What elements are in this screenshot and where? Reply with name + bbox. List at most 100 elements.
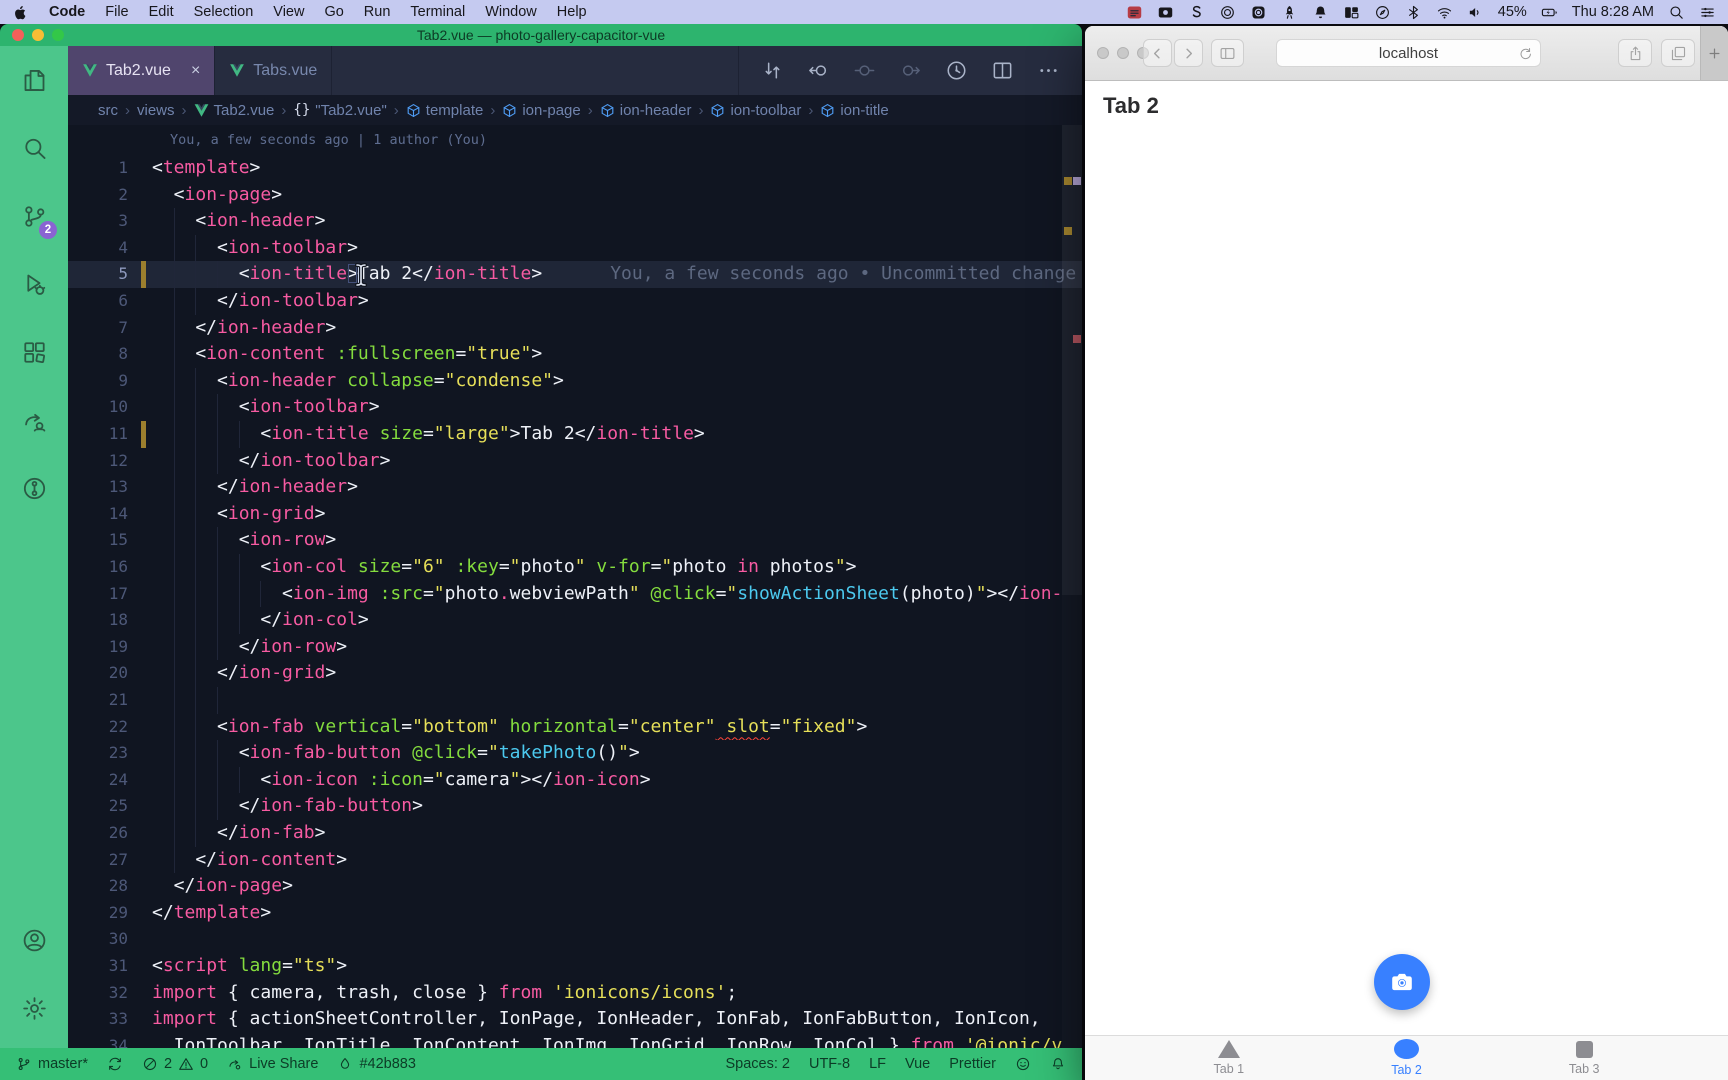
breadcrumb-item-ion-toolbar[interactable]: ion-toolbar	[710, 102, 801, 119]
timeline-icon[interactable]	[945, 59, 968, 82]
screen-record-icon[interactable]	[1157, 4, 1174, 21]
activity-live-share[interactable]	[0, 386, 68, 454]
formatter-status[interactable]: Prettier	[949, 1056, 996, 1072]
scrollbar-thumb[interactable]	[1062, 125, 1082, 595]
menu-file[interactable]: File	[105, 4, 128, 20]
breadcrumb-item-ion-header[interactable]: ion-header	[600, 102, 692, 119]
codelens-annotation[interactable]: You, a few seconds ago | 1 author (You)	[170, 132, 487, 148]
spotlight-search-icon[interactable]	[1668, 4, 1685, 21]
breadcrumb-item-ion-title[interactable]: ion-title	[820, 102, 888, 119]
take-photo-fab[interactable]	[1374, 954, 1430, 1010]
ion-tab-tab-2[interactable]: Tab 2	[1318, 1036, 1496, 1080]
wifi-icon[interactable]	[1436, 4, 1453, 21]
live-share-status[interactable]: Live Share	[227, 1056, 318, 1072]
code-text: <ion-toolbar>	[152, 394, 380, 421]
keynote-app-icon[interactable]	[1126, 4, 1143, 21]
rocket-icon[interactable]	[1281, 4, 1298, 21]
menu-view[interactable]: View	[273, 4, 304, 20]
stats-icon[interactable]	[1188, 4, 1205, 21]
sidebar-button[interactable]	[1211, 39, 1244, 67]
vscode-minimize-button[interactable]	[32, 29, 44, 41]
safari-close-button[interactable]	[1097, 47, 1109, 59]
double-circle-icon[interactable]	[1219, 4, 1236, 21]
code-line-33: 33import { actionSheetController, IonPag…	[68, 1006, 1062, 1033]
peacock-color-status[interactable]: #42b883	[337, 1056, 415, 1072]
breadcrumb-item-src[interactable]: src	[98, 102, 118, 119]
editor-tab-Tabs.vue[interactable]: Tabs.vue	[215, 46, 332, 95]
window-manager-icon[interactable]	[1343, 4, 1360, 21]
nav-circle-icon[interactable]	[853, 59, 876, 82]
vscode-close-button[interactable]	[12, 29, 24, 41]
language-status[interactable]: Vue	[905, 1056, 930, 1072]
nav-back-icon[interactable]	[807, 59, 830, 82]
activity-extensions[interactable]	[0, 318, 68, 386]
menu-edit[interactable]: Edit	[149, 4, 174, 20]
code-line-12: 12 </ion-toolbar>	[68, 448, 1062, 475]
battery-percent[interactable]: 45%	[1498, 4, 1527, 20]
notifications-status[interactable]	[1050, 1056, 1066, 1072]
code-editor[interactable]: You, a few seconds ago | 1 author (You) …	[68, 125, 1082, 1048]
activity-source-control[interactable]: 2	[0, 182, 68, 250]
eol-status[interactable]: LF	[869, 1056, 886, 1072]
volume-icon[interactable]	[1467, 4, 1484, 21]
activity-search[interactable]	[0, 114, 68, 182]
sync-status[interactable]	[107, 1056, 123, 1072]
problems-status[interactable]: 20	[142, 1056, 208, 1072]
feedback-status[interactable]	[1015, 1056, 1031, 1072]
safari-minimize-button[interactable]	[1117, 47, 1129, 59]
new-tab-button[interactable]	[1700, 26, 1728, 80]
breadcrumb-item-template[interactable]: template	[406, 102, 484, 119]
line-number: 4	[68, 235, 128, 262]
split-editor-icon[interactable]	[991, 59, 1014, 82]
ion-tab-tab-3[interactable]: Tab 3	[1495, 1036, 1673, 1080]
indentation-status[interactable]: Spaces: 2	[725, 1056, 790, 1072]
activity-settings[interactable]	[0, 974, 68, 1042]
overview-ruler[interactable]	[1062, 125, 1082, 1048]
menu-help[interactable]: Help	[557, 4, 587, 20]
back-button[interactable]	[1143, 39, 1172, 67]
encoding-status[interactable]: UTF-8	[809, 1056, 850, 1072]
symbol-cube-icon	[406, 103, 421, 118]
forward-button[interactable]	[1174, 39, 1203, 67]
activity-run-debug[interactable]	[0, 250, 68, 318]
open-changes-icon[interactable]	[761, 59, 784, 82]
record-icon[interactable]	[1250, 4, 1267, 21]
control-center-icon[interactable]	[1699, 4, 1716, 21]
bluetooth-icon[interactable]	[1405, 4, 1422, 21]
git-branch-status[interactable]: master*	[16, 1056, 88, 1072]
line-number: 18	[68, 607, 128, 634]
close-tab-icon[interactable]: ×	[191, 62, 200, 80]
menu-terminal[interactable]: Terminal	[410, 4, 465, 20]
activity-account[interactable]	[0, 906, 68, 974]
breadcrumb-item-ion-page[interactable]: ion-page	[502, 102, 580, 119]
breadcrumb-item--Tab2-vue-[interactable]: {}"Tab2.vue"	[293, 102, 386, 119]
battery-charging-icon[interactable]	[1541, 4, 1558, 21]
menu-selection[interactable]: Selection	[194, 4, 254, 20]
more-actions-icon[interactable]	[1037, 59, 1060, 82]
apple-icon[interactable]	[12, 4, 29, 21]
menu-run[interactable]: Run	[364, 4, 391, 20]
activity-gitlens[interactable]	[0, 454, 68, 522]
tabs-icon	[1670, 45, 1687, 62]
nav-forward-icon[interactable]	[899, 59, 922, 82]
address-bar[interactable]: localhost	[1276, 39, 1541, 67]
compass-icon[interactable]	[1374, 4, 1391, 21]
menubar-clock[interactable]: Thu 8:28 AM	[1572, 4, 1654, 20]
vscode-title-bar[interactable]: Tab2.vue — photo-gallery-capacitor-vue	[0, 24, 1082, 46]
reload-icon[interactable]	[1518, 46, 1533, 61]
breadcrumb-item-views[interactable]: views	[137, 102, 175, 119]
tab-overview-button[interactable]	[1661, 39, 1695, 67]
menu-go[interactable]: Go	[324, 4, 343, 20]
menu-window[interactable]: Window	[485, 4, 537, 20]
share-button[interactable]	[1618, 39, 1652, 67]
editor-tab-Tab2.vue[interactable]: Tab2.vue×	[68, 46, 215, 95]
menu-code[interactable]: Code	[49, 4, 85, 20]
git-branch-icon	[16, 1056, 32, 1072]
vscode-zoom-button[interactable]	[52, 29, 64, 41]
notification-icon[interactable]	[1312, 4, 1329, 21]
ion-tab-tab-1[interactable]: Tab 1	[1140, 1036, 1318, 1080]
breadcrumb-label: "Tab2.vue"	[315, 102, 387, 119]
breadcrumb-label: Tab2.vue	[214, 102, 275, 119]
breadcrumb-item-Tab2-vue[interactable]: Tab2.vue	[194, 102, 275, 119]
activity-explorer[interactable]	[0, 46, 68, 114]
